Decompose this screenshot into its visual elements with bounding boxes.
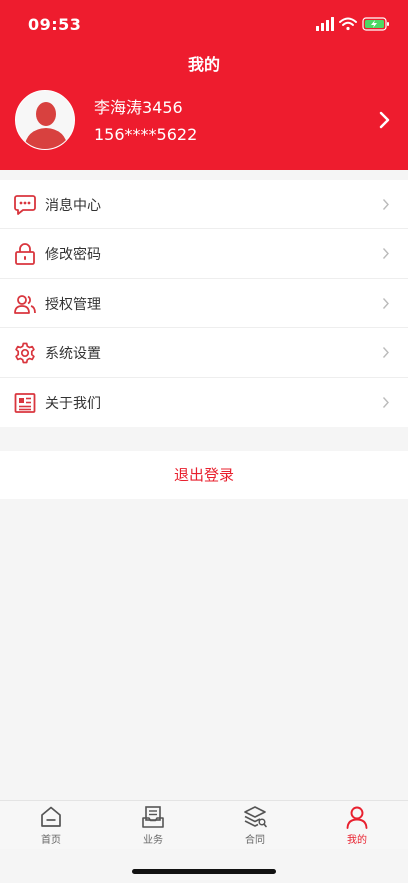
tab-mine[interactable]: 我的 [306,801,408,850]
tab-home[interactable]: 首页 [0,801,102,850]
avatar-person-icon [16,91,74,149]
status-time: 09:53 [28,15,82,34]
avatar[interactable] [15,90,75,150]
menu-item-change-password[interactable]: 修改密码 [0,229,408,279]
battery-icon [362,17,389,31]
menu-item-label: 系统设置 [45,346,101,363]
chevron-right-icon [382,347,389,359]
home-icon [41,806,61,827]
person-icon [346,806,368,829]
menu-item-system-settings[interactable]: 系统设置 [0,328,408,378]
message-icon [14,195,36,215]
tab-label: 首页 [41,835,61,846]
tab-label: 我的 [347,835,367,846]
user-name: 李海涛3456 [94,98,183,117]
header: 09:53 我的 李海涛3456 156****5622 [0,0,408,170]
business-icon [142,806,164,828]
tab-label: 业务 [143,835,163,846]
tab-bar: 首页 业务 合同 我的 [0,800,408,849]
status-bar: 09:53 [0,0,408,48]
settings-menu: 消息中心 修改密码 授权管理 系统设置 关于我们 [0,180,408,427]
tab-label: 合同 [245,835,265,846]
menu-item-label: 关于我们 [45,395,101,412]
menu-item-label: 授权管理 [45,296,101,313]
page-title: 我的 [187,55,220,74]
users-icon [14,294,36,314]
chevron-right-icon [382,248,389,260]
contract-icon [244,806,267,828]
chevron-right-icon [382,297,389,309]
status-icons [316,17,389,31]
tab-contract[interactable]: 合同 [204,801,306,850]
menu-item-message-center[interactable]: 消息中心 [0,180,408,230]
newspaper-icon [14,392,36,413]
tab-business[interactable]: 业务 [102,801,204,850]
logout-button[interactable]: 退出登录 [0,451,408,499]
menu-item-authorization-management[interactable]: 授权管理 [0,279,408,329]
profile-row[interactable]: 李海涛3456 156****5622 [0,88,408,154]
chevron-right-icon [382,396,389,408]
user-phone: 156****5622 [94,125,198,144]
chevron-right-icon [382,199,389,210]
menu-item-label: 消息中心 [45,198,101,214]
menu-item-label: 修改密码 [45,247,101,264]
chevron-right-icon[interactable] [378,110,392,130]
home-indicator [132,869,276,874]
lock-icon [15,243,35,266]
signal-icon [316,17,334,31]
wifi-icon [339,17,357,31]
menu-item-about-us[interactable]: 关于我们 [0,378,408,427]
gear-icon [15,342,35,364]
